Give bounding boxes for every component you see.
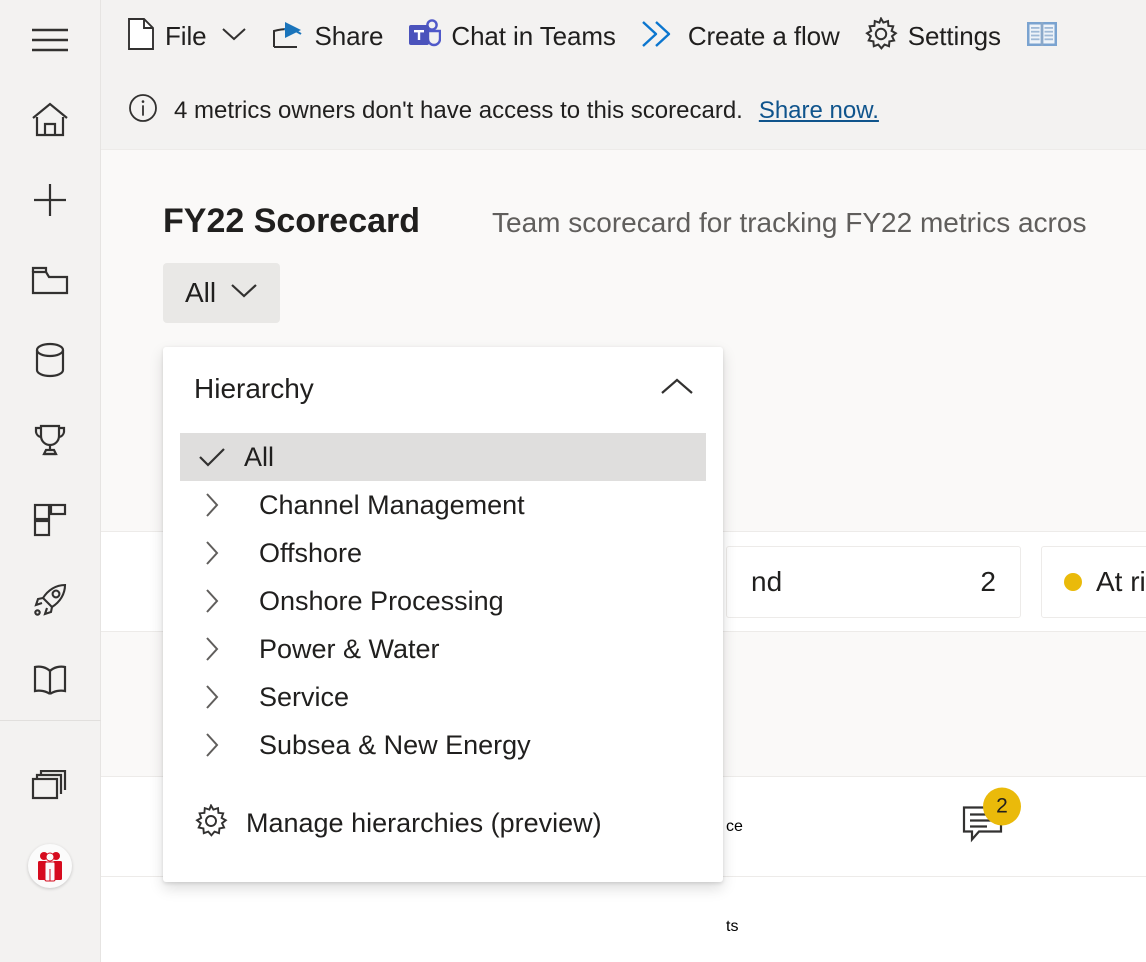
chevron-right-icon (180, 588, 244, 614)
hierarchy-flyout-panel: Hierarchy All (163, 347, 723, 882)
hierarchy-item-channel-management[interactable]: Channel Management (180, 481, 706, 529)
table-row[interactable]: ts (101, 877, 1146, 962)
hierarchy-item-label: Offshore (259, 538, 362, 569)
hierarchy-filter-button[interactable]: All (163, 263, 280, 323)
hierarchy-item-label: Subsea & New Energy (259, 730, 531, 761)
metric-name-card[interactable]: nd 2 (726, 546, 1021, 618)
chevron-down-icon (230, 282, 258, 304)
book-icon (32, 664, 68, 696)
hierarchy-item-all[interactable]: All (180, 433, 706, 481)
flyout-title: Hierarchy (194, 373, 314, 405)
folder-icon (31, 264, 69, 296)
hierarchy-item-onshore-processing[interactable]: Onshore Processing (180, 577, 706, 625)
hierarchy-item-service[interactable]: Service (180, 673, 706, 721)
info-icon (128, 93, 158, 128)
status-dot (1064, 573, 1082, 591)
metric-value: 2 (980, 566, 996, 598)
chevron-right-icon (180, 492, 244, 518)
sidebar-item-learn[interactable] (0, 640, 101, 720)
comment-button[interactable]: 2 (961, 803, 1007, 850)
sidebar-item-deployment-pipelines[interactable] (0, 560, 101, 640)
metric-name: ce (726, 818, 743, 836)
share-now-link[interactable]: Share now. (759, 97, 879, 125)
chevron-right-icon (180, 732, 244, 758)
chevron-up-icon[interactable] (659, 376, 695, 403)
flyout-header: Hierarchy (163, 347, 723, 431)
metric-name: ts (726, 918, 738, 936)
avatar (28, 844, 72, 888)
rail-divider (0, 720, 101, 721)
home-icon (31, 102, 69, 138)
file-icon (127, 17, 155, 56)
notification-bar: 4 metrics owners don't have access to th… (101, 72, 1146, 150)
hierarchy-item-label: Onshore Processing (259, 586, 504, 617)
notification-message: 4 metrics owners don't have access to th… (174, 97, 743, 125)
page-title: FY22 Scorecard (163, 202, 420, 241)
sidebar-item-home[interactable] (0, 80, 101, 160)
trophy-icon (32, 422, 68, 458)
share-button[interactable]: Share (259, 12, 396, 60)
command-bar: File Share (101, 0, 1146, 72)
file-menu-button[interactable]: File (115, 12, 259, 60)
manage-hierarchies-button[interactable]: Manage hierarchies (preview) (163, 791, 723, 855)
sidebar-item-goals[interactable] (0, 400, 101, 480)
chevron-right-icon (180, 636, 244, 662)
settings-button[interactable]: Settings (852, 12, 1013, 60)
flow-icon (640, 19, 678, 54)
sidebar-item-workspaces[interactable] (0, 746, 101, 826)
status-label: At ri (1096, 566, 1146, 598)
chevron-right-icon (180, 684, 244, 710)
rocket-icon (32, 582, 68, 618)
comment-icon (961, 832, 1007, 849)
hamburger-menu-button[interactable] (0, 0, 101, 80)
sidebar-item-data-hub[interactable] (0, 320, 101, 400)
create-a-flow-label: Create a flow (688, 21, 840, 52)
hamburger-menu-icon (32, 27, 68, 53)
workspaces-icon (31, 770, 69, 802)
plus-icon (32, 182, 68, 218)
hierarchy-item-label: Channel Management (259, 490, 525, 521)
workspace-avatar-button[interactable] (0, 826, 101, 906)
hierarchy-item-offshore[interactable]: Offshore (180, 529, 706, 577)
hierarchy-item-label: Power & Water (259, 634, 440, 665)
file-menu-label: File (165, 21, 207, 52)
share-label: Share (315, 21, 384, 52)
metric-name: nd (751, 566, 782, 598)
share-icon (271, 18, 305, 55)
hierarchy-item-label: All (244, 442, 274, 473)
sidebar-item-apps[interactable] (0, 480, 101, 560)
chat-in-teams-label: Chat in Teams (451, 21, 615, 52)
hierarchy-item-power-and-water[interactable]: Power & Water (180, 625, 706, 673)
scorecard-header: FY22 Scorecard Team scorecard for tracki… (101, 150, 1146, 241)
manage-hierarchies-label: Manage hierarchies (preview) (246, 808, 602, 839)
gear-icon (194, 804, 228, 843)
chevron-right-icon (180, 540, 244, 566)
reading-view-icon (1025, 19, 1059, 54)
status-badge[interactable]: At ri (1041, 546, 1146, 618)
page-subtitle: Team scorecard for tracking FY22 metrics… (492, 207, 1086, 239)
left-navigation-rail (0, 0, 101, 962)
settings-label: Settings (908, 21, 1001, 52)
apps-grid-icon (33, 503, 67, 537)
comment-count-badge: 2 (983, 787, 1021, 825)
hierarchy-list: All Channel Management Offshore (163, 431, 723, 769)
hierarchy-item-subsea-and-new-energy[interactable]: Subsea & New Energy (180, 721, 706, 769)
gear-icon (864, 17, 898, 56)
hierarchy-filter-label: All (185, 277, 216, 309)
teams-icon (407, 18, 441, 55)
create-a-flow-button[interactable]: Create a flow (628, 12, 852, 60)
reading-view-button[interactable] (1013, 12, 1071, 60)
sidebar-item-create[interactable] (0, 160, 101, 240)
chat-in-teams-button[interactable]: Chat in Teams (395, 12, 627, 60)
chevron-down-icon (221, 26, 247, 47)
sidebar-item-browse[interactable] (0, 240, 101, 320)
app-root: File Share (0, 0, 1146, 962)
filter-row: All (101, 241, 1146, 323)
check-icon (180, 446, 244, 468)
database-icon (34, 342, 66, 378)
hierarchy-item-label: Service (259, 682, 349, 713)
